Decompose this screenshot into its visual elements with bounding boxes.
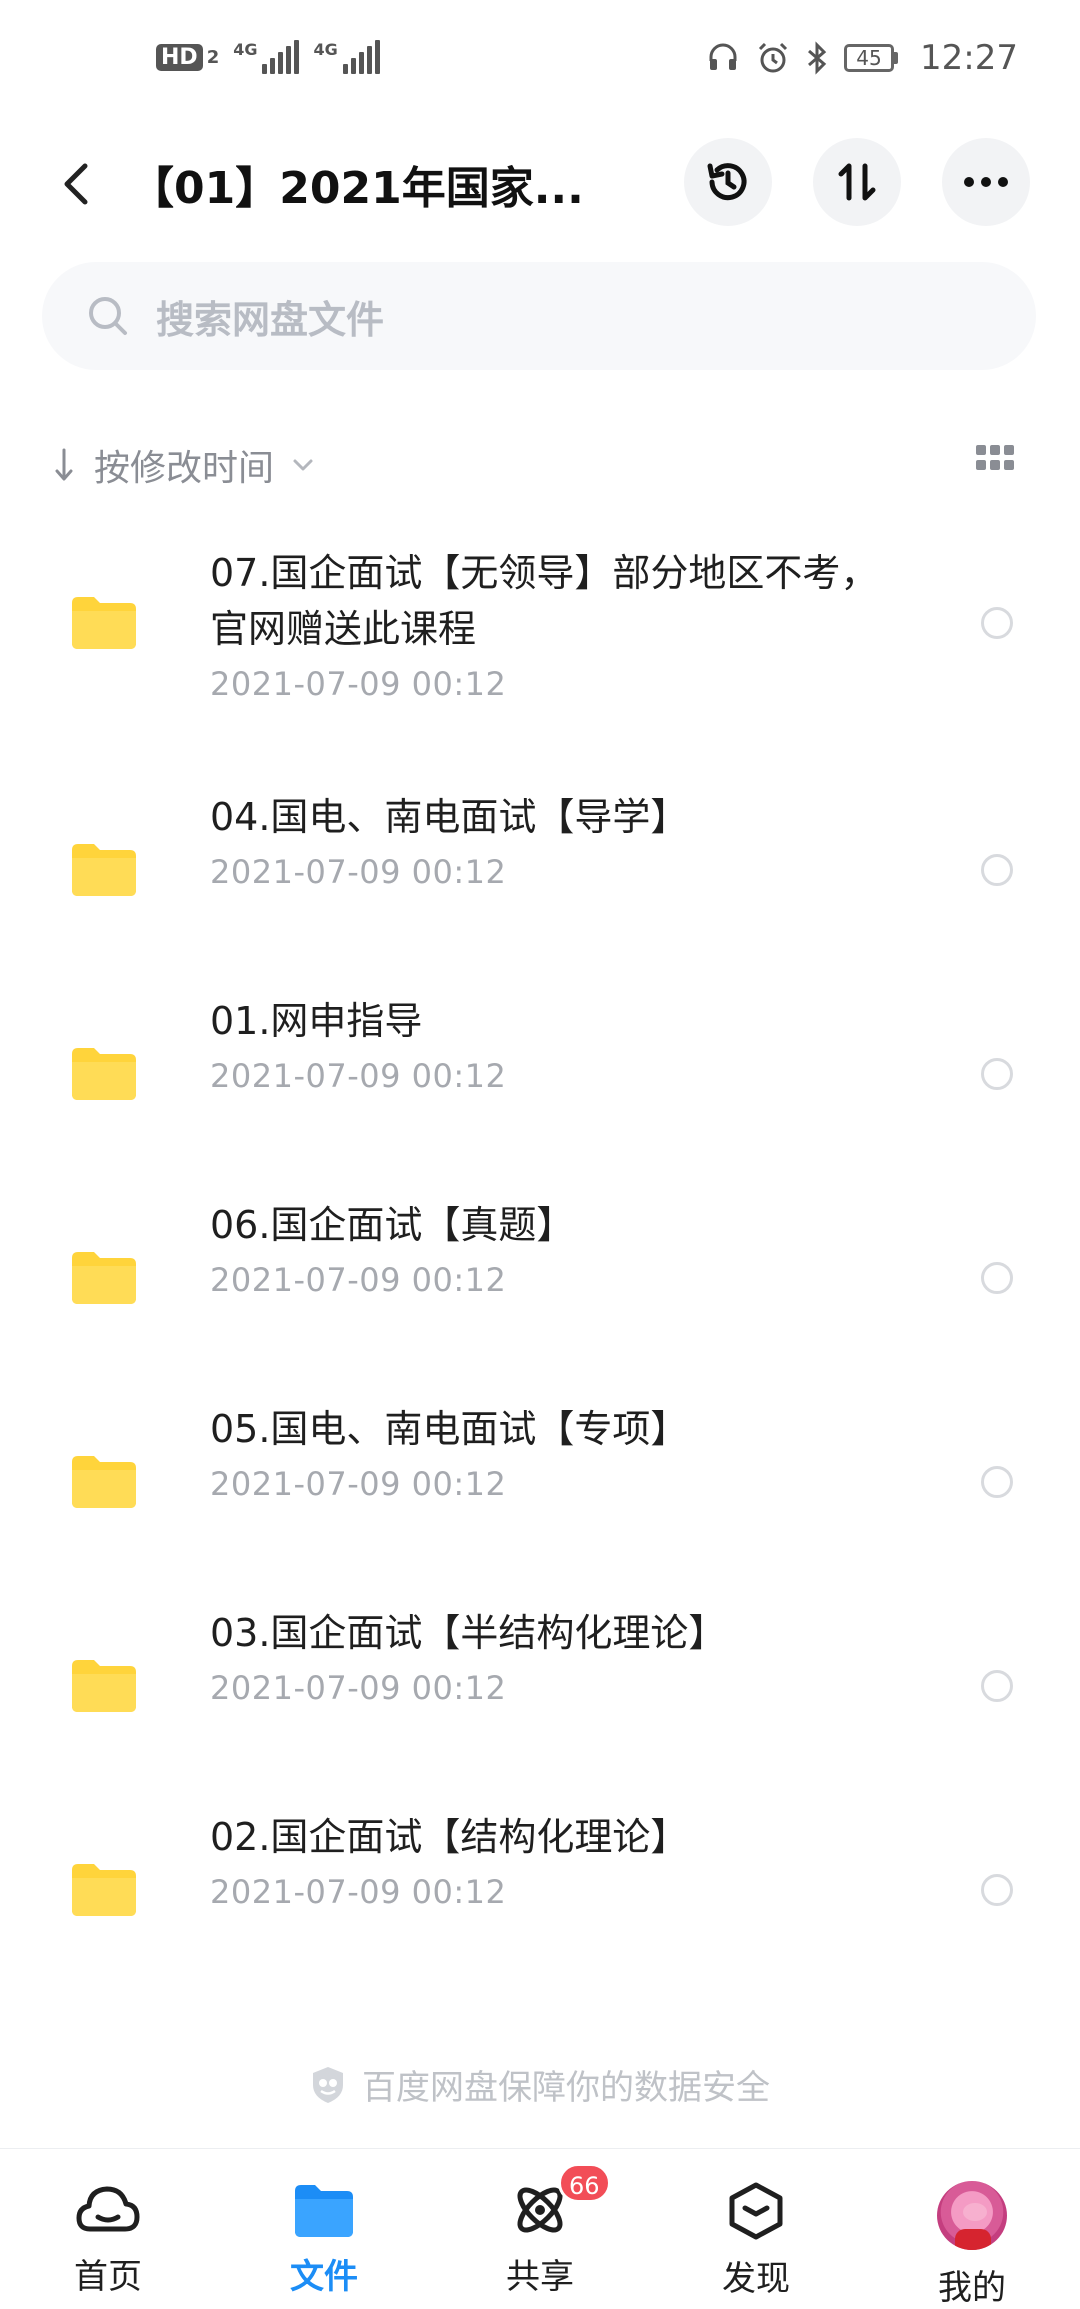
battery-level: 45 (844, 44, 895, 72)
hd-sub-label: 2 (206, 46, 220, 68)
file-info: 05.国电、南电面试【专项】 2021-07-09 00:12 (210, 1401, 890, 1503)
file-info: 06.国企面试【真题】 2021-07-09 00:12 (210, 1197, 890, 1299)
select-radio[interactable] (981, 854, 1013, 886)
tab-discover[interactable]: 发现 (648, 2149, 864, 2309)
hd-label: HD (156, 43, 203, 71)
tab-label: 共享 (506, 2257, 574, 2297)
file-date: 2021-07-09 00:12 (210, 1057, 507, 1095)
status-left: HD 2 4G 4G (156, 40, 380, 74)
security-note: 百度网盘保障你的数据安全 (0, 2060, 1080, 2109)
file-info: 07.国企面试【无领导】部分地区不考，官网赠送此课程 2021-07-09 00… (210, 545, 890, 703)
folder-icon (72, 597, 136, 649)
select-radio[interactable] (981, 1670, 1013, 1702)
tab-share[interactable]: 66 共享 (432, 2149, 648, 2309)
file-name: 02.国企面试【结构化理论】 (210, 1815, 689, 1859)
folder-icon (72, 844, 136, 896)
folder-icon (295, 2185, 353, 2237)
shield-icon (313, 2066, 343, 2103)
network-type-label-1: 4G (233, 40, 258, 59)
file-name: 01.网申指导 (210, 999, 423, 1043)
file-date: 2021-07-09 00:12 (210, 1261, 507, 1299)
search-input[interactable]: 搜索网盘文件 (42, 262, 1036, 370)
tab-label: 发现 (722, 2259, 790, 2299)
list-item[interactable]: 03.国企面试【半结构化理论】 2021-07-09 00:12 (0, 1589, 1080, 1793)
tab-files[interactable]: 文件 (216, 2149, 432, 2309)
sort-arrow-down-icon (55, 448, 73, 481)
file-name: 03.国企面试【半结构化理论】 (210, 1611, 727, 1655)
select-radio[interactable] (981, 1262, 1013, 1294)
file-browser-screen: HD 2 4G 4G 45 12:27 【01】2021年国家... 搜索网盘文… (0, 0, 1080, 2309)
grid-view-toggle[interactable] (976, 445, 1014, 475)
list-item[interactable]: 07.国企面试【无领导】部分地区不考，官网赠送此课程 2021-07-09 00… (0, 525, 1080, 773)
status-bar: HD 2 4G 4G 45 12:27 (0, 0, 1080, 120)
notification-badge: 66 (558, 2163, 611, 2203)
headset-icon (706, 41, 740, 75)
file-info: 04.国电、南电面试【导学】 2021-07-09 00:12 (210, 789, 890, 891)
transfer-button[interactable] (813, 138, 901, 226)
alarm-icon (756, 41, 790, 75)
tab-label: 文件 (290, 2257, 358, 2297)
file-info: 02.国企面试【结构化理论】 2021-07-09 00:12 (210, 1809, 890, 1911)
bluetooth-icon (806, 41, 828, 75)
back-button[interactable] (46, 154, 106, 214)
top-bar: 【01】2021年国家... (0, 130, 1080, 250)
page-title: 【01】2021年国家... (130, 163, 584, 214)
file-date: 2021-07-09 00:12 (210, 853, 507, 891)
file-info: 01.网申指导 2021-07-09 00:12 (210, 993, 890, 1095)
signal-strength-icon-1: 4G (233, 40, 300, 74)
avatar (937, 2181, 1007, 2250)
select-radio[interactable] (981, 1874, 1013, 1906)
security-note-text: 百度网盘保障你的数据安全 (362, 2068, 770, 2108)
tab-home[interactable]: 首页 (0, 2149, 216, 2309)
file-name: 04.国电、南电面试【导学】 (210, 795, 689, 839)
battery-icon: 45 (844, 44, 899, 72)
file-info: 03.国企面试【半结构化理论】 2021-07-09 00:12 (210, 1605, 890, 1707)
chevron-left-icon (64, 163, 88, 205)
folder-icon (72, 1048, 136, 1100)
select-radio[interactable] (981, 607, 1013, 639)
file-name: 06.国企面试【真题】 (210, 1203, 575, 1247)
search-placeholder: 搜索网盘文件 (156, 297, 385, 342)
chevron-down-icon[interactable] (292, 458, 314, 472)
list-item[interactable]: 06.国企面试【真题】 2021-07-09 00:12 (0, 1181, 1080, 1385)
list-item[interactable]: 02.国企面试【结构化理论】 2021-07-09 00:12 (0, 1793, 1080, 1997)
grid-view-icon (976, 445, 1014, 470)
network-type-label-2: 4G (313, 40, 338, 59)
list-item[interactable]: 01.网申指导 2021-07-09 00:12 (0, 977, 1080, 1181)
tab-me[interactable]: 我的 (864, 2149, 1080, 2309)
select-radio[interactable] (981, 1466, 1013, 1498)
folder-icon (72, 1456, 136, 1508)
history-button[interactable] (684, 138, 772, 226)
sort-bar: 按修改时间 (54, 435, 1014, 495)
folder-icon (72, 1252, 136, 1304)
file-date: 2021-07-09 00:12 (210, 1873, 507, 1911)
tab-label: 首页 (74, 2257, 142, 2297)
list-item[interactable]: 04.国电、南电面试【导学】 2021-07-09 00:12 (0, 773, 1080, 977)
file-name: 07.国企面试【无领导】部分地区不考，官网赠送此课程 (210, 551, 879, 651)
upload-download-icon (838, 163, 876, 201)
select-radio[interactable] (981, 1058, 1013, 1090)
file-name: 05.国电、南电面试【专项】 (210, 1407, 689, 1451)
cloud-home-icon (76, 2186, 140, 2232)
status-right: 45 12:27 (706, 38, 1018, 78)
file-list: 07.国企面试【无领导】部分地区不考，官网赠送此课程 2021-07-09 00… (0, 525, 1080, 1997)
sort-selector[interactable]: 按修改时间 (94, 439, 274, 491)
discover-cube-icon (729, 2182, 783, 2240)
folder-icon (72, 1864, 136, 1916)
hd-voice-indicator: HD 2 (156, 43, 220, 71)
search-icon (89, 297, 127, 335)
history-icon (707, 163, 747, 201)
bottom-tab-bar: 首页 文件 66 共享 发现 我的 (0, 2148, 1080, 2309)
signal-strength-icon-2: 4G (313, 40, 380, 74)
clock: 12:27 (920, 38, 1018, 78)
file-date: 2021-07-09 00:12 (210, 665, 507, 703)
more-dots-icon (964, 177, 1008, 187)
file-date: 2021-07-09 00:12 (210, 1669, 507, 1707)
file-date: 2021-07-09 00:12 (210, 1465, 507, 1503)
list-item[interactable]: 05.国电、南电面试【专项】 2021-07-09 00:12 (0, 1385, 1080, 1589)
folder-icon (72, 1660, 136, 1712)
more-button[interactable] (942, 138, 1030, 226)
tab-label: 我的 (938, 2268, 1006, 2308)
